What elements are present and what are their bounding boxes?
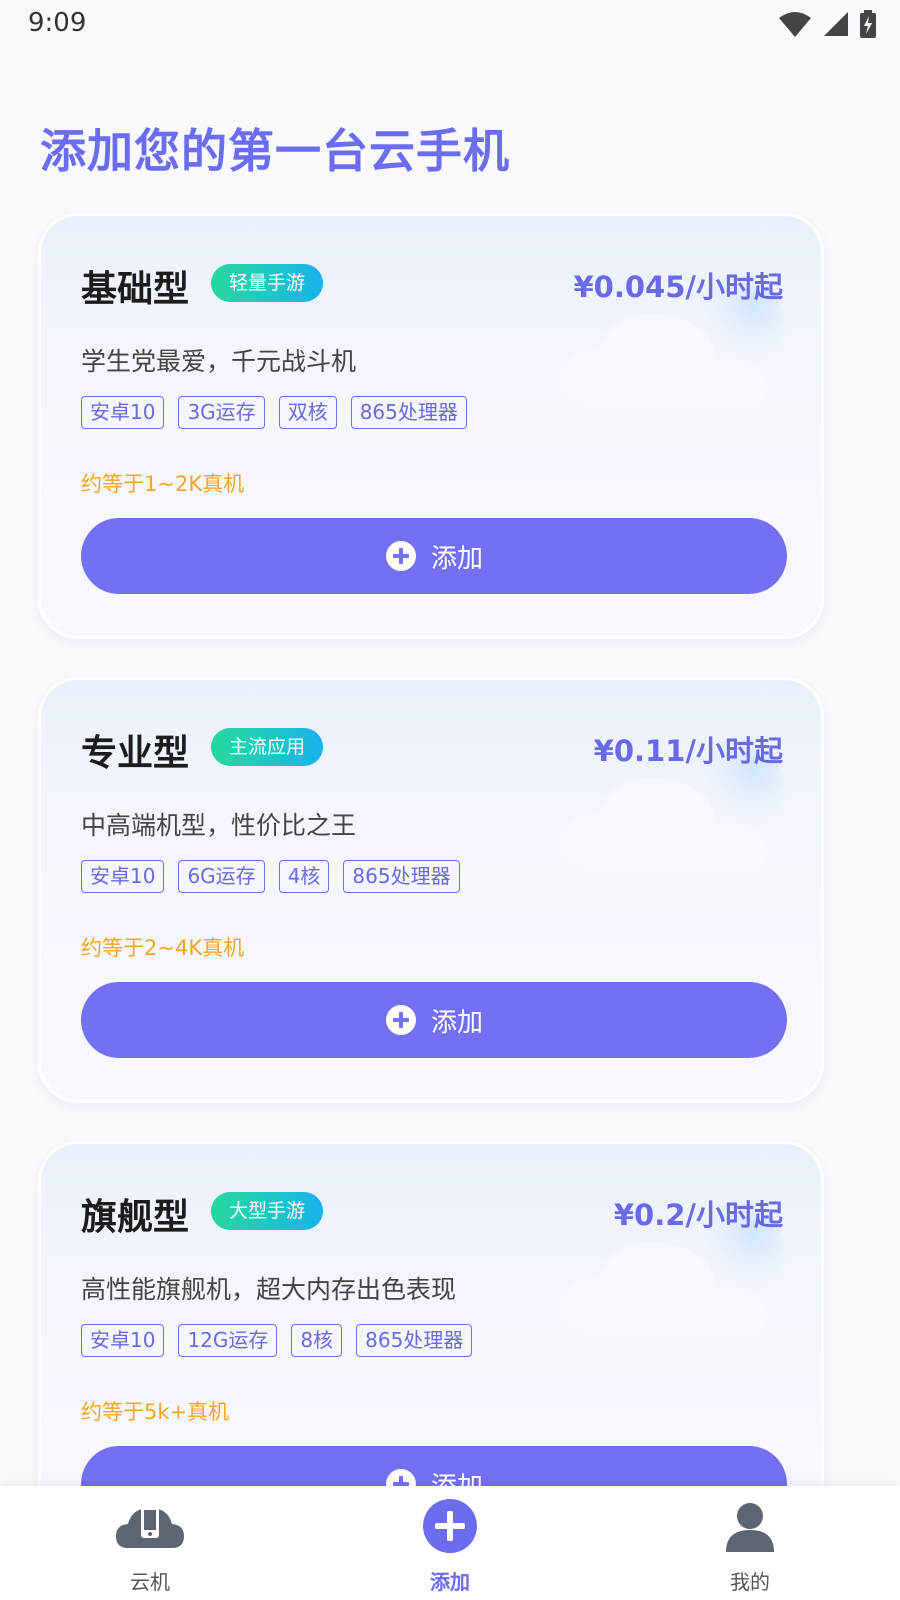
spec-tag: 865处理器 [350,396,467,429]
plan-card-pro: 专业型 主流应用 ¥0.11/小时起 中高端机型，性价比之王 安卓10 6G运存… [38,677,824,1103]
plan-tags: 安卓10 12G运存 8核 865处理器 [81,1324,473,1357]
screen: 9:09 添加您的第一台云手机 基础型 轻量手游 ¥0.045/小时起 学生党最… [0,0,900,1600]
add-circle-icon [423,1499,477,1553]
nav-label: 我的 [730,1570,770,1594]
plan-card-basic: 基础型 轻量手游 ¥0.045/小时起 学生党最爱，千元战斗机 安卓10 3G运… [38,213,824,639]
add-pro-button[interactable]: 添加 [81,982,787,1058]
plan-name: 旗舰型 [81,1197,190,1238]
plan-name: 专业型 [81,733,190,774]
nav-label: 添加 [430,1570,470,1594]
spec-tag: 双核 [278,396,337,429]
plus-circle-icon [385,1005,416,1035]
plan-tags: 安卓10 6G运存 4核 865处理器 [81,860,460,893]
plan-description: 高性能旗舰机，超大内存出色表现 [81,1275,457,1304]
plan-price: ¥0.045/小时起 [573,270,784,304]
nav-item-cloud-phone[interactable]: 云机 [70,1486,230,1600]
status-bar: 9:09 [0,0,900,50]
plan-description: 学生党最爱，千元战斗机 [81,347,357,376]
spec-tag: 安卓10 [81,1324,165,1357]
user-icon [726,1503,774,1552]
nav-item-add[interactable]: 添加 [370,1486,530,1600]
spec-tag: 8核 [291,1324,343,1357]
spec-tag: 3G运存 [178,396,265,429]
spec-tag: 6G运存 [178,860,265,893]
cloud-phone-icon [116,1506,184,1548]
bottom-nav: 云机 添加 我的 [0,1486,900,1600]
plan-equivalent: 约等于5k+真机 [81,1400,230,1424]
nav-item-mine[interactable]: 我的 [670,1486,830,1600]
spec-tag: 865处理器 [356,1324,473,1357]
add-button-label: 添加 [430,542,483,573]
nav-label: 云机 [130,1570,170,1594]
page-title: 添加您的第一台云手机 [40,124,510,178]
status-time: 9:09 [28,8,87,38]
plan-badge: 主流应用 [211,728,324,766]
status-icons [778,10,876,38]
wifi-icon [779,12,811,37]
plan-tags: 安卓10 3G运存 双核 865处理器 [81,396,467,429]
battery-icon [860,10,876,38]
plus-circle-icon [385,541,416,571]
spec-tag: 865处理器 [343,860,460,893]
plan-equivalent: 约等于2~4K真机 [81,936,245,960]
add-basic-button[interactable]: 添加 [81,518,787,594]
plan-price: ¥0.11/小时起 [593,734,783,768]
spec-tag: 12G运存 [178,1324,278,1357]
plan-badge: 大型手游 [211,1192,324,1230]
plan-description: 中高端机型，性价比之王 [81,811,357,840]
spec-tag: 安卓10 [81,860,165,893]
spec-tag: 4核 [278,860,330,893]
plan-name: 基础型 [81,269,190,310]
plan-badge: 轻量手游 [211,264,324,302]
spec-tag: 安卓10 [81,396,165,429]
plan-equivalent: 约等于1~2K真机 [81,472,245,496]
signal-icon [824,12,848,36]
add-button-label: 添加 [430,1006,483,1037]
plan-price: ¥0.2/小时起 [613,1198,783,1232]
